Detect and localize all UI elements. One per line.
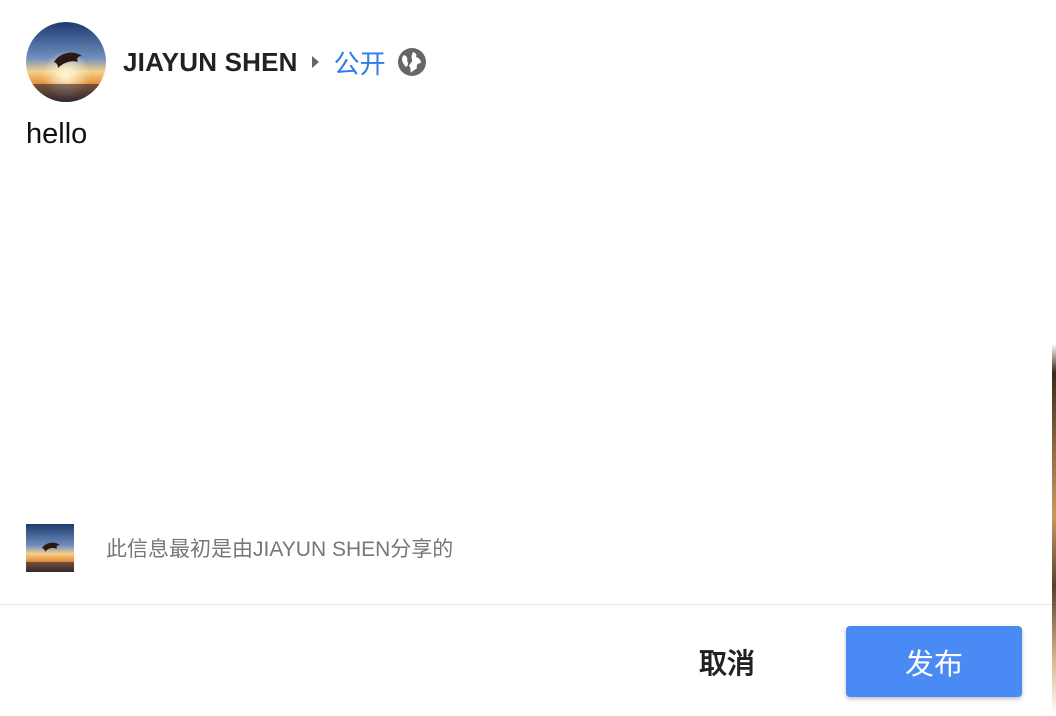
globe-icon[interactable]: [396, 46, 428, 78]
post-header: JIAYUN SHEN 公开: [26, 22, 428, 102]
avatar[interactable]: [26, 22, 106, 102]
background-edge: [1052, 0, 1056, 716]
audience-selector[interactable]: 公开: [334, 44, 386, 81]
post-text[interactable]: hello: [26, 118, 87, 151]
footer-divider: [0, 604, 1052, 605]
shared-image-thumbnail[interactable]: [26, 524, 74, 572]
share-note: 此信息最初是由JIAYUN SHEN分享的: [106, 538, 454, 561]
avatar-image: [26, 22, 106, 102]
arrow-right-icon: [311, 56, 319, 68]
post-button[interactable]: 发布: [846, 626, 1022, 697]
author-name: JIAYUN SHEN: [123, 46, 298, 77]
share-attribution: 此信息最初是由JIAYUN SHEN分享的: [26, 524, 453, 572]
cancel-button[interactable]: 取消: [672, 630, 782, 694]
